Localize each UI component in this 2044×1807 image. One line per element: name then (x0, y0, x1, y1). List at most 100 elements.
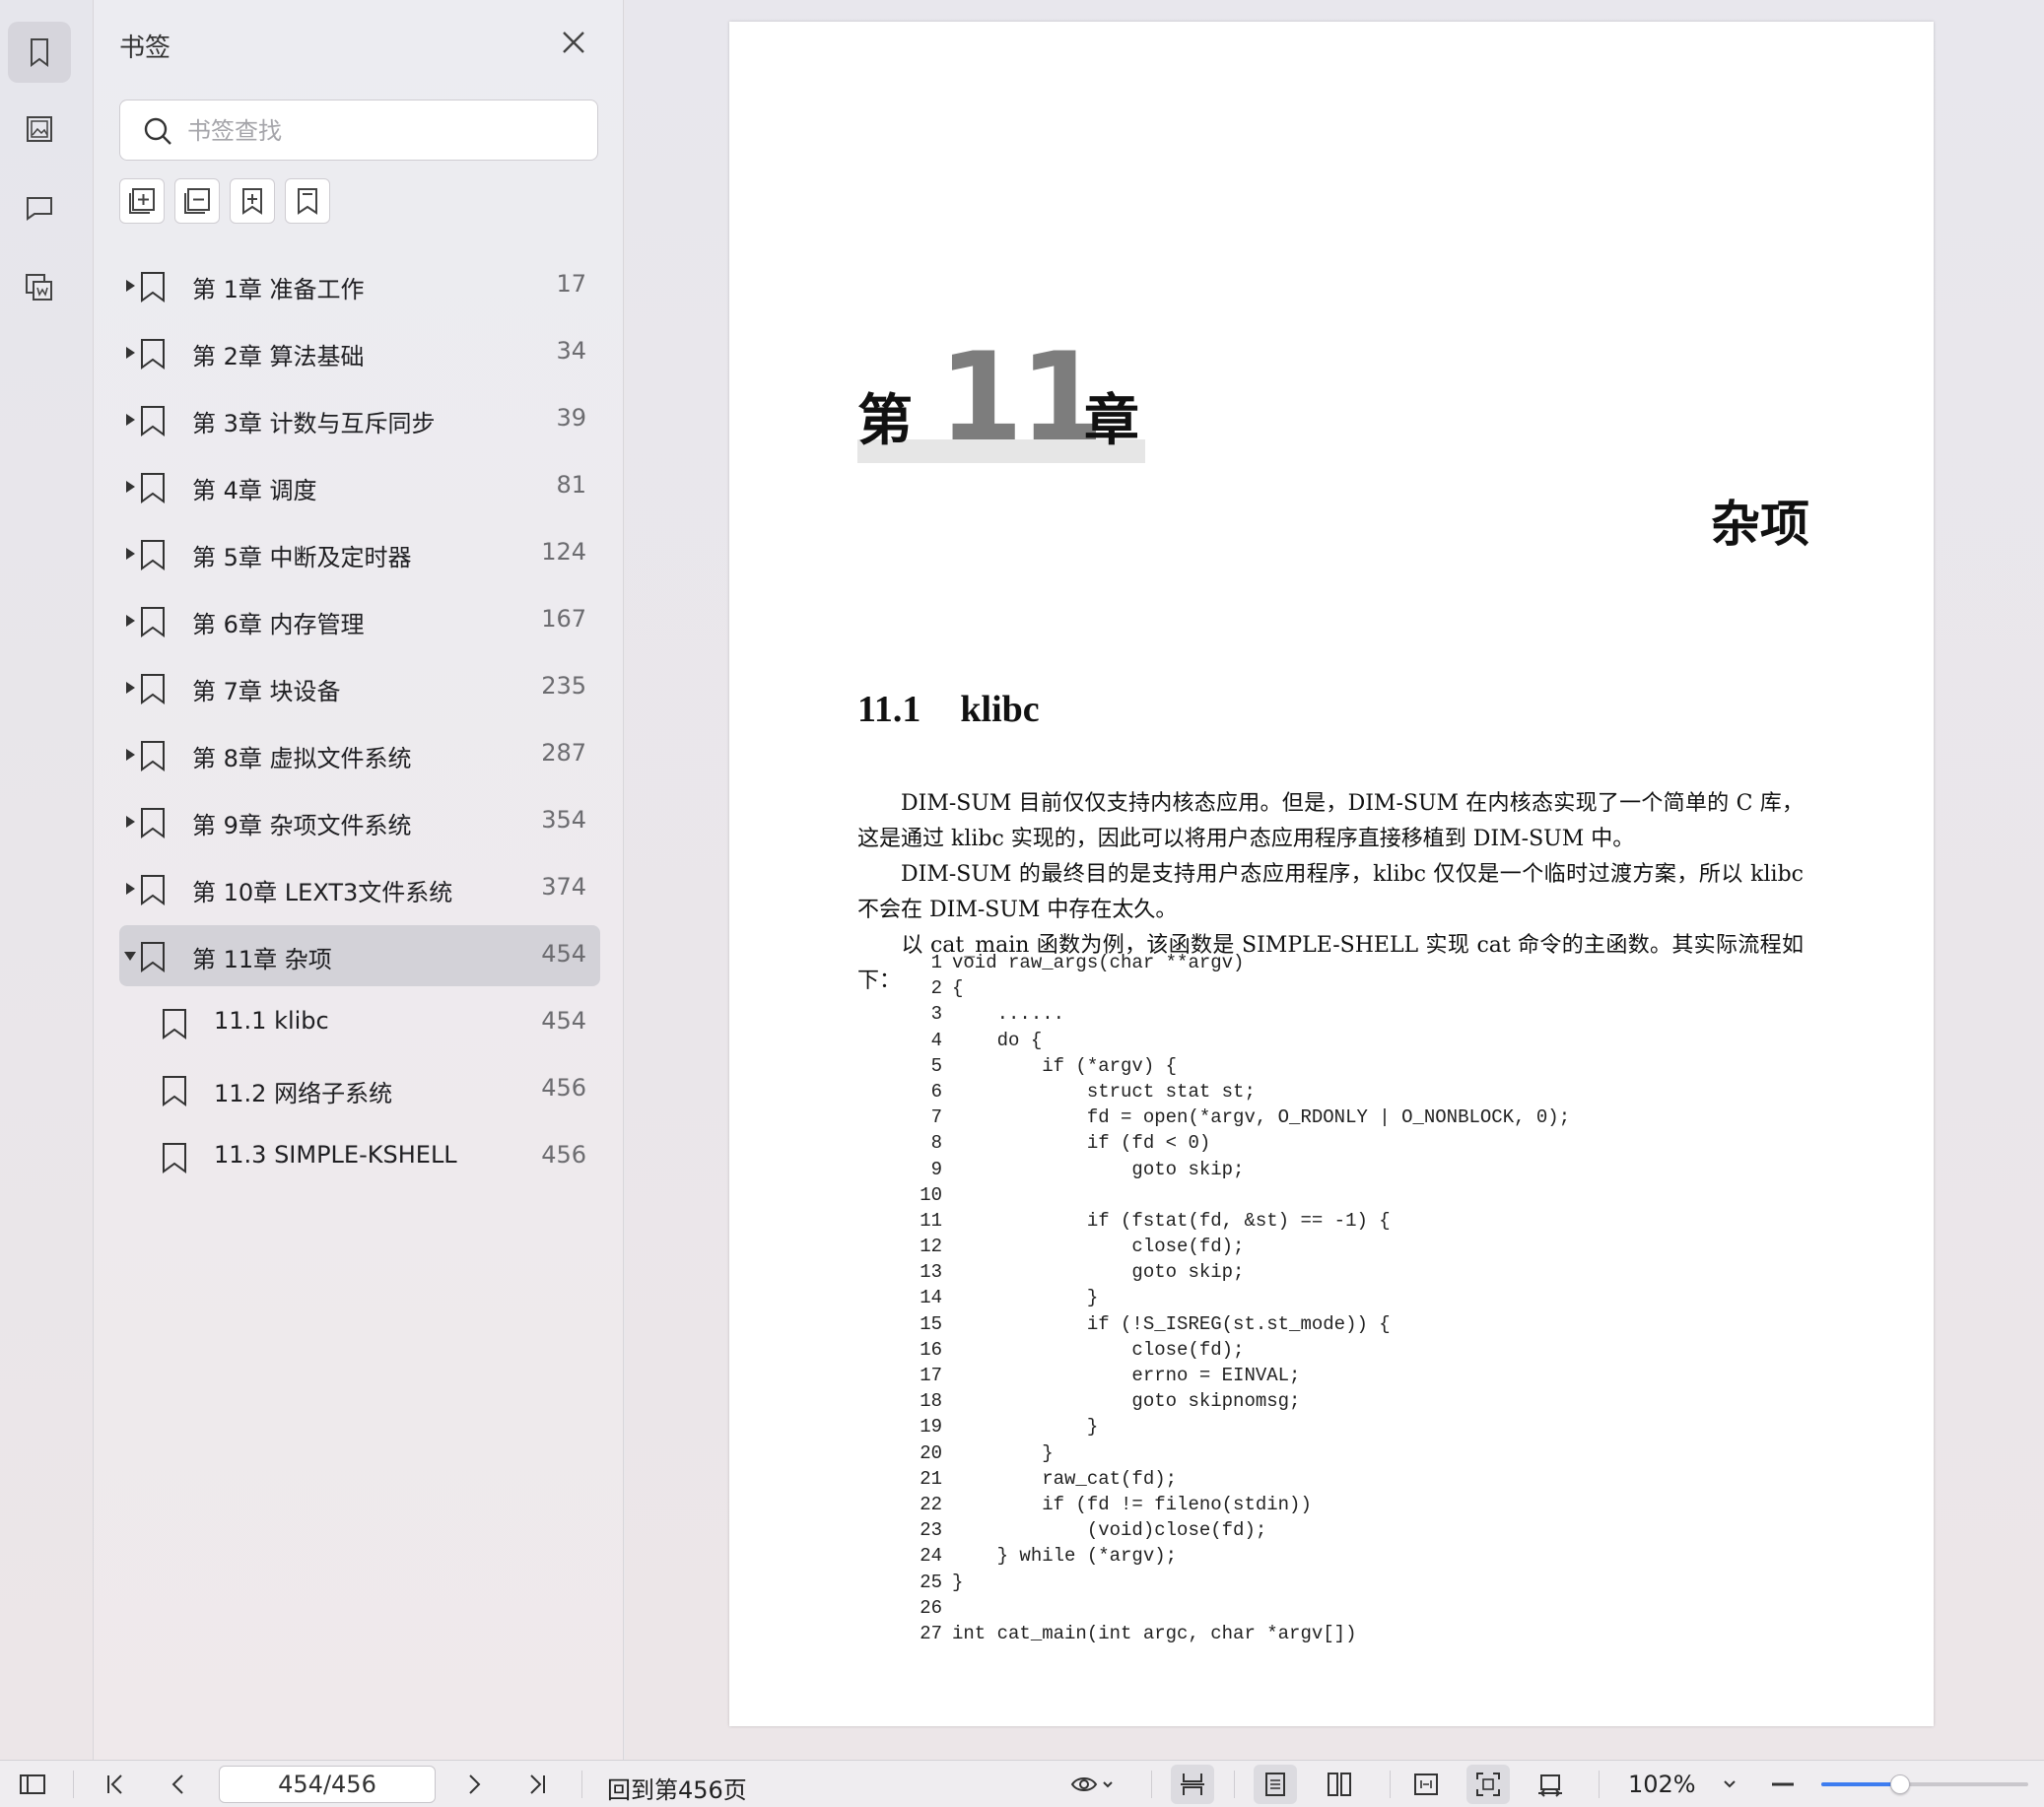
bookmark-label: 第 7章 块设备 (192, 678, 341, 705)
caret-right-icon[interactable] (123, 748, 137, 762)
bookmark-icon (141, 339, 165, 369)
actual-size-button[interactable] (1533, 1768, 1567, 1801)
bookmarks-tab[interactable] (8, 22, 71, 83)
pdf-page: 第 11 章 杂项 11.1 klibc DIM-SUM 目前仅仅支持内核态应用。… (729, 22, 1934, 1726)
goto-page-link[interactable]: 回到第456页 (607, 1771, 747, 1805)
bookmark-current-button[interactable] (285, 178, 330, 224)
caret-right-icon[interactable] (123, 547, 137, 561)
line-number: 4 (930, 1029, 942, 1051)
collapse-all-button[interactable] (174, 178, 220, 224)
bookmark-icon (141, 406, 165, 436)
line-number: 23 (920, 1519, 942, 1542)
single-page-button[interactable] (1254, 1765, 1297, 1804)
line-number: 7 (930, 1106, 942, 1129)
previous-page-button[interactable] (162, 1768, 195, 1801)
bookmark-page-number: 287 (541, 739, 586, 767)
code-line: 23 (void)close(fd); (909, 1517, 1570, 1543)
zoom-dropdown-button[interactable] (1713, 1768, 1746, 1801)
sidebar-icon (20, 1774, 45, 1794)
code-listing: 1 void raw_args(char **argv) 2{3 ...... 4 d… (909, 950, 1570, 1646)
caret-right-icon[interactable] (123, 815, 137, 829)
line-number: 15 (920, 1312, 942, 1335)
caret-right-icon[interactable] (123, 614, 137, 628)
next-page-button[interactable] (457, 1768, 491, 1801)
page-number-input[interactable] (219, 1766, 436, 1803)
bookmark-page-number: 374 (541, 873, 586, 901)
last-page-button[interactable] (520, 1768, 554, 1801)
zoom-slider-handle[interactable] (1889, 1774, 1910, 1794)
paragraph: DIM-SUM 的最终目的是支持用户态应用程序，klibc 仅仅是一个临时过渡方… (857, 862, 1804, 922)
caret-down-icon[interactable] (123, 949, 137, 963)
add-bookmark-button[interactable] (230, 178, 275, 224)
document-view[interactable]: 第 11 章 杂项 11.1 klibc DIM-SUM 目前仅仅支持内核态应用。… (625, 0, 2044, 1760)
code-line: 25} (909, 1570, 1570, 1595)
fit-width-button[interactable] (1409, 1768, 1443, 1801)
line-number: 6 (930, 1080, 942, 1103)
attachments-tab[interactable] (8, 256, 71, 317)
two-page-icon (1328, 1773, 1351, 1796)
bookmark-page-number: 167 (541, 605, 586, 633)
bookmark-search (119, 100, 598, 161)
bookmark-item[interactable]: 第 11章 杂项 454 (119, 925, 600, 986)
bookmark-icon (141, 808, 165, 838)
bookmark-label: 第 8章 虚拟文件系统 (192, 745, 412, 772)
code-line: 3 ...... (909, 1001, 1570, 1027)
bookmark-label: 第 10章 LEXT3文件系统 (192, 879, 453, 906)
bookmark-item[interactable]: 第 7章 块设备 235 (119, 657, 600, 718)
bookmark-item[interactable]: 第 1章 准备工作 17 (119, 255, 600, 316)
close-icon[interactable] (559, 28, 588, 57)
section-number: 11.1 (857, 689, 921, 730)
bookmark-item[interactable]: 第 3章 计数与互斥同步 39 (119, 389, 600, 450)
bookmark-subitem[interactable]: 11.2 网络子系统 456 (119, 1059, 600, 1120)
expand-all-button[interactable] (119, 178, 165, 224)
bookmark-item[interactable]: 第 10章 LEXT3文件系统 374 (119, 858, 600, 919)
code-line: 1 void raw_args(char **argv) (909, 950, 1570, 975)
eye-icon (1070, 1777, 1113, 1791)
bookmark-icon (141, 741, 165, 771)
first-page-icon (107, 1774, 122, 1794)
thumbnails-tab[interactable] (8, 99, 71, 160)
bookmark-subitem[interactable]: 11.1 klibc 454 (119, 992, 600, 1053)
line-number: 27 (920, 1622, 942, 1644)
bookmark-item[interactable]: 第 8章 虚拟文件系统 287 (119, 724, 600, 785)
line-number: 26 (920, 1596, 942, 1619)
two-page-button[interactable] (1323, 1768, 1356, 1801)
code-line: 17 errno = EINVAL; (909, 1363, 1570, 1388)
bookmark-label: 第 9章 杂项文件系统 (192, 812, 412, 839)
bookmark-item[interactable]: 第 4章 调度 81 (119, 456, 600, 517)
bookmark-icon (141, 875, 165, 905)
bookmark-label: 11.1 klibc (214, 1007, 329, 1035)
bookmark-item[interactable]: 第 2章 算法基础 34 (119, 322, 600, 383)
code-line: 7 fd = open(*argv, O_RDONLY | O_NONBLOCK… (909, 1104, 1571, 1130)
comments-tab[interactable] (8, 177, 71, 238)
zoom-slider[interactable] (1821, 1774, 2028, 1794)
caret-right-icon[interactable] (123, 279, 137, 293)
fit-page-button[interactable] (1466, 1765, 1510, 1804)
continuous-scroll-button[interactable] (1171, 1765, 1214, 1804)
caret-right-icon[interactable] (123, 480, 137, 494)
bookmark-subitem[interactable]: 11.3 SIMPLE-KSHELL 456 (119, 1126, 600, 1187)
code-line: 16 close(fd); (909, 1337, 1570, 1363)
first-page-button[interactable] (99, 1768, 132, 1801)
panel-title: 书签 (119, 33, 171, 63)
code-line: 21 raw_cat(fd); (909, 1466, 1570, 1492)
caret-right-icon[interactable] (123, 882, 137, 896)
caret-right-icon[interactable] (123, 413, 137, 427)
bookmark-label: 第 5章 中断及定时器 (192, 544, 412, 571)
toggle-sidebar-button[interactable] (16, 1768, 49, 1801)
caret-right-icon[interactable] (123, 346, 137, 360)
zoom-out-button[interactable] (1766, 1768, 1800, 1801)
line-number: 11 (920, 1209, 942, 1232)
bookmark-item[interactable]: 第 5章 中断及定时器 124 (119, 523, 600, 584)
code-line: 20 } (909, 1440, 1570, 1466)
single-page-icon (1265, 1773, 1285, 1796)
bottom-toolbar: 回到第456页 102% (0, 1760, 2044, 1807)
caret-right-icon[interactable] (123, 681, 137, 695)
view-mode-button[interactable] (1064, 1768, 1120, 1801)
line-number: 25 (920, 1571, 942, 1593)
bookmark-item[interactable]: 第 6章 内存管理 167 (119, 590, 600, 651)
zoom-level[interactable]: 102% (1628, 1771, 1696, 1798)
bookmark-item[interactable]: 第 9章 杂项文件系统 354 (119, 791, 600, 852)
line-number: 12 (920, 1236, 942, 1258)
bookmark-search-input[interactable] (187, 110, 581, 152)
